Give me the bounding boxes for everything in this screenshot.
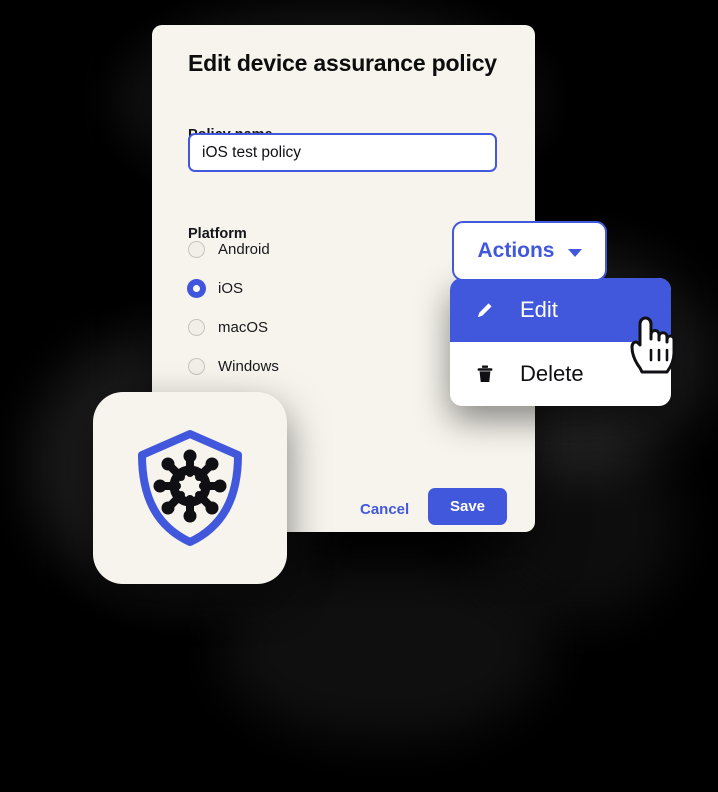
radio-label: Android	[218, 241, 270, 258]
radio-label: macOS	[218, 319, 269, 336]
radio-mark-selected-icon	[188, 280, 205, 297]
product-logo-tile	[93, 392, 287, 584]
actions-dropdown-menu: Edit Delete	[450, 278, 671, 406]
page-title: Edit device assurance policy	[188, 50, 497, 76]
cancel-button[interactable]: Cancel	[352, 495, 417, 524]
pencil-icon	[472, 299, 498, 321]
radio-option-ios[interactable]: iOS	[188, 269, 468, 308]
trash-icon	[472, 363, 498, 385]
radio-mark-icon	[188, 319, 205, 336]
radio-mark-icon	[188, 241, 205, 258]
menu-item-label: Delete	[520, 361, 584, 386]
radio-option-android[interactable]: Android	[188, 230, 468, 269]
radio-option-windows[interactable]: Windows	[188, 347, 468, 386]
shadow-blob	[220, 560, 550, 740]
shield-network-icon	[138, 430, 242, 546]
menu-item-edit[interactable]: Edit	[450, 278, 671, 342]
radio-label: iOS	[218, 280, 244, 297]
radio-mark-icon	[188, 358, 205, 375]
menu-item-label: Edit	[520, 297, 558, 322]
platform-radio-group: Android iOS macOS Windows	[188, 230, 468, 386]
chevron-down-icon	[567, 248, 582, 257]
save-button[interactable]: Save	[428, 488, 507, 525]
radio-label: Windows	[218, 358, 279, 375]
menu-item-delete[interactable]: Delete	[450, 342, 671, 406]
actions-button-label: Actions	[477, 239, 555, 262]
actions-button[interactable]: Actions	[452, 221, 607, 281]
radio-option-macos[interactable]: macOS	[188, 308, 468, 347]
screenshot-stage: Edit device assurance policy Policy name…	[0, 0, 718, 792]
policy-name-input[interactable]	[188, 133, 497, 172]
